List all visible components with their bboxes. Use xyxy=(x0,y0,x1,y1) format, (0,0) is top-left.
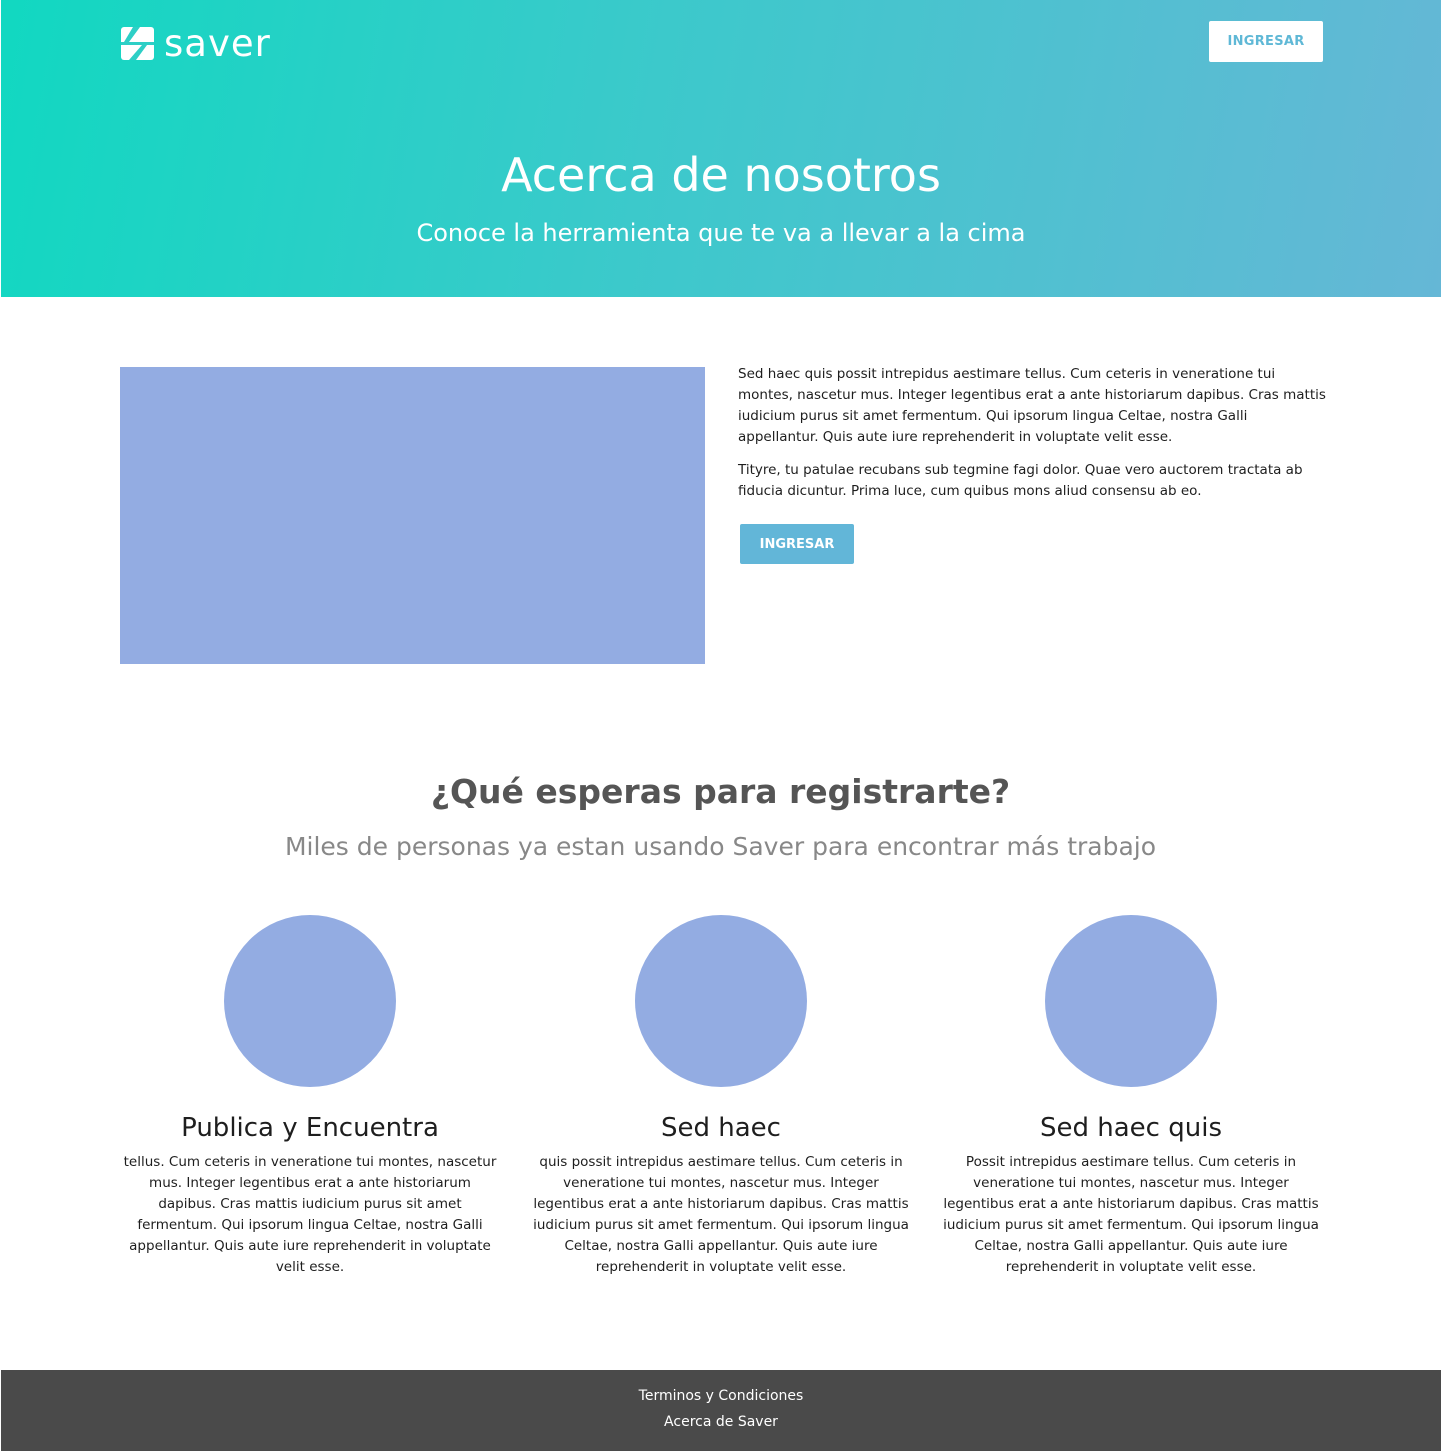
about-image-placeholder xyxy=(120,367,705,664)
about-paragraph: Sed haec quis possit intrepidus aestimar… xyxy=(738,366,1326,445)
cta-subtitle: Miles de personas ya estan usando Saver … xyxy=(284,832,1157,861)
about-paragraph: Tityre, tu patulae recubans sub tegmine … xyxy=(738,462,1303,499)
feature-text: quis possit intrepidus aestimare tellus.… xyxy=(533,1154,909,1275)
feature-card: Sed haec quis possit intrepidus aestimar… xyxy=(531,915,911,1278)
feature-image-placeholder xyxy=(224,915,396,1087)
logo-wordmark: saver xyxy=(164,22,271,65)
feature-title: Sed haec xyxy=(661,1113,781,1143)
page-subtitle: Conoce la herramienta que te va a llevar… xyxy=(416,219,1026,247)
page-title: Acerca de nosotros xyxy=(501,148,941,202)
feature-title: Sed haec quis xyxy=(1040,1113,1222,1143)
feature-image-placeholder xyxy=(635,915,807,1087)
hero-header: saver INGRESAR Acerca de nosotros Conoce… xyxy=(1,0,1441,297)
header-login-button[interactable]: INGRESAR xyxy=(1209,21,1323,62)
feature-text: tellus. Cum ceteris in veneratione tui m… xyxy=(123,1154,497,1275)
saver-logo-icon xyxy=(121,27,154,60)
footer-link-terms[interactable]: Terminos y Condiciones xyxy=(1,1383,1441,1409)
footer: Terminos y Condiciones Acerca de Saver xyxy=(1,1370,1441,1451)
saver-logo[interactable]: saver xyxy=(121,22,271,65)
feature-image-placeholder xyxy=(1045,915,1217,1087)
feature-card: Sed haec quis Possit intrepidus aestimar… xyxy=(941,915,1321,1278)
feature-text: Possit intrepidus aestimare tellus. Cum … xyxy=(943,1154,1319,1275)
feature-title: Publica y Encuentra xyxy=(181,1113,439,1143)
cta-title: ¿Qué esperas para registrarte? xyxy=(430,772,1011,811)
feature-card: Publica y Encuentra tellus. Cum ceteris … xyxy=(120,915,500,1278)
about-text: Sed haec quis possit intrepidus aestimar… xyxy=(738,364,1328,514)
footer-link-about[interactable]: Acerca de Saver xyxy=(1,1409,1441,1435)
about-login-button[interactable]: INGRESAR xyxy=(740,524,854,564)
